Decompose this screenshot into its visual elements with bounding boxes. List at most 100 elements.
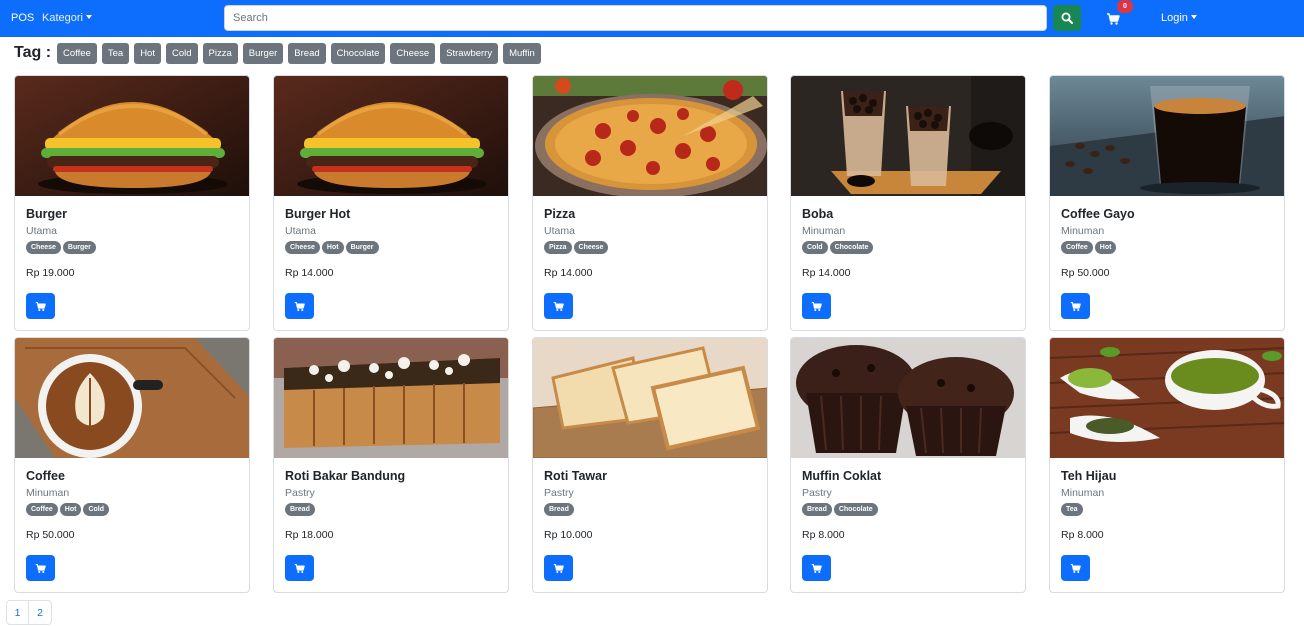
product-tag-badge: Bread bbox=[285, 503, 315, 516]
tag-button-muffin[interactable]: Muffin bbox=[503, 42, 541, 64]
brand-link[interactable]: POS bbox=[11, 12, 34, 24]
product-tags: Cheese Hot Burger bbox=[285, 241, 497, 255]
product-tags: Coffee Hot Cold bbox=[26, 503, 238, 517]
product-tag-badge: Tea bbox=[1061, 503, 1083, 516]
add-to-cart-button[interactable] bbox=[544, 293, 573, 319]
cart-icon[interactable] bbox=[1106, 12, 1120, 26]
product-card: Coffee Minuman Coffee Hot Cold Rp 50.000 bbox=[14, 337, 250, 593]
product-tag-badge: Burger bbox=[345, 241, 379, 254]
product-image bbox=[1050, 76, 1284, 196]
product-category: Pastry bbox=[544, 487, 574, 499]
product-price: Rp 14.000 bbox=[802, 267, 851, 279]
search-button[interactable] bbox=[1053, 5, 1081, 31]
product-image bbox=[533, 76, 767, 196]
product-name: Burger Hot bbox=[285, 207, 351, 221]
product-tag-badge: Hot bbox=[1094, 241, 1117, 254]
cart-icon bbox=[553, 301, 564, 311]
product-tag-badge: Cold bbox=[83, 503, 110, 516]
caret-down-icon bbox=[1190, 15, 1197, 19]
product-name: Boba bbox=[802, 207, 834, 221]
product-price: Rp 10.000 bbox=[544, 529, 593, 541]
cart-icon bbox=[294, 563, 305, 573]
product-image bbox=[15, 76, 249, 196]
tag-button-pizza[interactable]: Pizza bbox=[202, 42, 238, 64]
tag-button-hot[interactable]: Hot bbox=[134, 42, 161, 64]
search-input[interactable] bbox=[224, 5, 1047, 31]
product-category: Utama bbox=[544, 225, 575, 237]
product-tags: Bread Chocolate bbox=[802, 503, 1014, 517]
cart-icon bbox=[1070, 301, 1081, 311]
tag-button-cold[interactable]: Cold bbox=[165, 42, 198, 64]
product-tags: Pizza Cheese bbox=[544, 241, 756, 255]
cart-count-badge: 0 bbox=[1117, 0, 1133, 13]
product-category: Minuman bbox=[802, 225, 846, 237]
product-card: Pizza Utama Pizza Cheese Rp 14.000 bbox=[532, 75, 768, 331]
product-price: Rp 14.000 bbox=[285, 267, 334, 279]
product-price: Rp 19.000 bbox=[26, 267, 75, 279]
product-tag-badge: Hot bbox=[321, 241, 344, 254]
add-to-cart-button[interactable] bbox=[1061, 555, 1090, 581]
product-tag-badge: Cold bbox=[802, 241, 828, 254]
product-tag-badge: Bread bbox=[544, 503, 574, 516]
product-price: Rp 50.000 bbox=[26, 529, 75, 541]
page-link-2[interactable]: 2 bbox=[29, 600, 52, 625]
product-name: Coffee bbox=[26, 469, 65, 483]
page-link-1[interactable]: 1 bbox=[6, 600, 29, 625]
add-to-cart-button[interactable] bbox=[802, 293, 831, 319]
product-name: Muffin Coklat bbox=[802, 469, 882, 483]
product-category: Minuman bbox=[26, 487, 70, 499]
product-card: Boba Minuman Cold Chocolate Rp 14.000 bbox=[790, 75, 1026, 331]
product-tag-badge: Cheese bbox=[285, 241, 320, 254]
tag-button-bread[interactable]: Bread bbox=[288, 42, 326, 64]
product-image bbox=[533, 338, 767, 458]
add-to-cart-button[interactable] bbox=[1061, 293, 1090, 319]
product-tag-badge: Chocolate bbox=[833, 503, 878, 516]
product-tag-badge: Burger bbox=[62, 241, 96, 254]
add-to-cart-button[interactable] bbox=[802, 555, 831, 581]
product-category: Minuman bbox=[1061, 487, 1105, 499]
product-category: Pastry bbox=[285, 487, 315, 499]
product-tags: Cold Chocolate bbox=[802, 241, 1014, 255]
product-card: Roti Bakar Bandung Pastry Bread Rp 18.000 bbox=[273, 337, 509, 593]
product-price: Rp 50.000 bbox=[1061, 267, 1110, 279]
product-category: Minuman bbox=[1061, 225, 1105, 237]
product-card: Teh Hijau Minuman Tea Rp 8.000 bbox=[1049, 337, 1285, 593]
product-name: Pizza bbox=[544, 207, 576, 221]
product-name: Teh Hijau bbox=[1061, 469, 1117, 483]
login-label: Login bbox=[1161, 12, 1188, 24]
product-tag-badge: Bread bbox=[802, 503, 832, 516]
product-category: Pastry bbox=[802, 487, 832, 499]
product-tags: Coffee Hot bbox=[1061, 241, 1273, 255]
tag-button-burger[interactable]: Burger bbox=[242, 42, 284, 64]
product-card: Roti Tawar Pastry Bread Rp 10.000 bbox=[532, 337, 768, 593]
product-tags: Cheese Burger bbox=[26, 241, 238, 255]
tag-title: Tag : bbox=[14, 44, 52, 61]
product-price: Rp 8.000 bbox=[802, 529, 845, 541]
cart-icon bbox=[1070, 563, 1081, 573]
tag-button-tea[interactable]: Tea bbox=[101, 42, 130, 64]
cart-icon bbox=[294, 301, 305, 311]
tag-button-cheese[interactable]: Cheese bbox=[390, 42, 436, 64]
product-price: Rp 14.000 bbox=[544, 267, 593, 279]
login-dropdown[interactable]: Login bbox=[1161, 12, 1197, 24]
tag-button-coffee[interactable]: Coffee bbox=[57, 42, 97, 64]
product-tags: Bread bbox=[285, 503, 497, 517]
product-name: Burger bbox=[26, 207, 67, 221]
tag-button-strawberry[interactable]: Strawberry bbox=[440, 42, 499, 64]
tag-button-chocolate[interactable]: Chocolate bbox=[330, 42, 386, 64]
add-to-cart-button[interactable] bbox=[26, 293, 55, 319]
product-image bbox=[791, 76, 1025, 196]
add-to-cart-button[interactable] bbox=[26, 555, 55, 581]
product-card: Burger Hot Utama Cheese Hot Burger Rp 14.000 bbox=[273, 75, 509, 331]
product-image bbox=[15, 338, 249, 458]
tag-filter-row: Tag : Coffee Tea Hot Cold Pizza Burger B… bbox=[14, 42, 546, 64]
cart-icon bbox=[811, 563, 822, 573]
add-to-cart-button[interactable] bbox=[544, 555, 573, 581]
navbar: POS Kategori 0 Login bbox=[0, 0, 1304, 37]
add-to-cart-button[interactable] bbox=[285, 555, 314, 581]
product-price: Rp 18.000 bbox=[285, 529, 334, 541]
product-category: Utama bbox=[26, 225, 57, 237]
kategori-dropdown[interactable]: Kategori bbox=[42, 12, 92, 24]
add-to-cart-button[interactable] bbox=[285, 293, 314, 319]
cart-icon bbox=[35, 301, 46, 311]
